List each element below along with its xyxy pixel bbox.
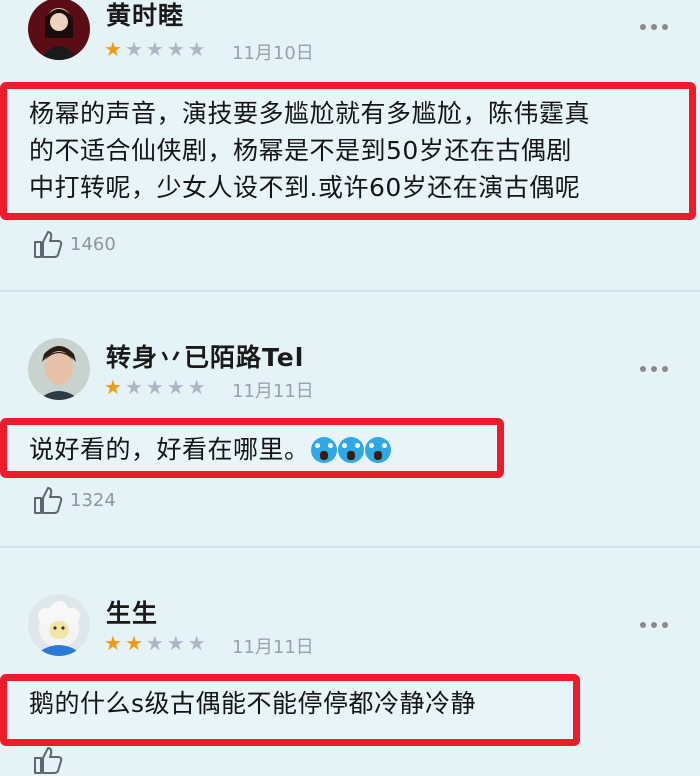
comment-line: 鹅的什么s级古偶能不能停停都冷静冷静: [29, 689, 477, 718]
star-empty-icon: ★: [166, 631, 188, 655]
more-dots-icon[interactable]: [640, 24, 668, 30]
username[interactable]: 生生: [106, 594, 158, 630]
star-empty-icon: ★: [124, 375, 146, 399]
like-button[interactable]: 1460: [32, 228, 116, 260]
star-empty-icon: ★: [145, 631, 167, 655]
star-filled-icon: ★: [104, 375, 125, 399]
avatar[interactable]: [28, 0, 90, 60]
avatar[interactable]: [28, 338, 90, 400]
like-count: 1324: [70, 489, 116, 511]
star-filled-icon: ★: [124, 631, 146, 655]
star-empty-icon: ★: [187, 375, 209, 399]
comment-line: 中打转呢，少女人设不到.或许60岁还在演古偶呢: [29, 173, 581, 202]
review-date: 11月10日: [232, 43, 314, 64]
review-date: 11月11日: [232, 637, 314, 658]
star-rating: ★★★★★: [104, 375, 209, 399]
avatar-image: [28, 594, 90, 656]
username[interactable]: 转身丷已陌路Tel: [106, 338, 304, 374]
comment-line: 杨幂的声音，演技要多尴尬就有多尴尬，陈伟霆真: [29, 99, 591, 128]
avatar-image: [28, 338, 90, 400]
like-count: 1460: [70, 233, 116, 255]
comment-text: 杨幂的声音，演技要多尴尬就有多尴尬，陈伟霆真 的不适合仙侠剧，杨幂是不是到50岁…: [7, 89, 689, 206]
face-screaming-in-fear-icon: [364, 437, 391, 463]
like-button[interactable]: [32, 744, 70, 776]
highlighted-comment: 鹅的什么s级古偶能不能停停都冷静冷静: [0, 674, 580, 746]
star-empty-icon: ★: [145, 375, 167, 399]
avatar-image: [28, 0, 90, 60]
more-dots-icon[interactable]: [640, 366, 668, 372]
thumbs-up-icon: [34, 747, 63, 774]
divider: [0, 546, 700, 548]
star-empty-icon: ★: [166, 37, 188, 61]
comment-text: 说好看的，好看在哪里。: [7, 425, 497, 468]
comment-text: 鹅的什么s级古偶能不能停停都冷静冷静: [7, 681, 573, 722]
star-filled-icon: ★: [104, 631, 125, 655]
face-screaming-in-fear-icon: [310, 437, 337, 463]
highlighted-comment: 说好看的，好看在哪里。: [0, 418, 504, 478]
username[interactable]: 黄时睦: [106, 0, 184, 32]
star-empty-icon: ★: [166, 375, 188, 399]
comment-line: 的不适合仙侠剧，杨幂是不是到50岁还在古偶剧: [29, 136, 572, 165]
divider: [0, 290, 700, 292]
more-dots-icon[interactable]: [640, 622, 668, 628]
star-rating: ★★★★★: [104, 631, 209, 655]
face-screaming-in-fear-icon: [337, 437, 364, 463]
avatar[interactable]: [28, 594, 90, 656]
star-empty-icon: ★: [145, 37, 167, 61]
comment-line: 说好看的，好看在哪里。: [29, 435, 310, 464]
star-rating: ★★★★★: [104, 37, 209, 61]
star-empty-icon: ★: [187, 631, 209, 655]
review-date: 11月11日: [232, 381, 314, 402]
highlighted-comment: 杨幂的声音，演技要多尴尬就有多尴尬，陈伟霆真 的不适合仙侠剧，杨幂是不是到50岁…: [0, 82, 696, 220]
star-empty-icon: ★: [187, 37, 209, 61]
star-filled-icon: ★: [104, 37, 125, 61]
star-empty-icon: ★: [124, 37, 146, 61]
thumbs-up-icon: [34, 231, 63, 258]
like-button[interactable]: 1324: [32, 484, 116, 516]
thumbs-up-icon: [34, 487, 63, 514]
